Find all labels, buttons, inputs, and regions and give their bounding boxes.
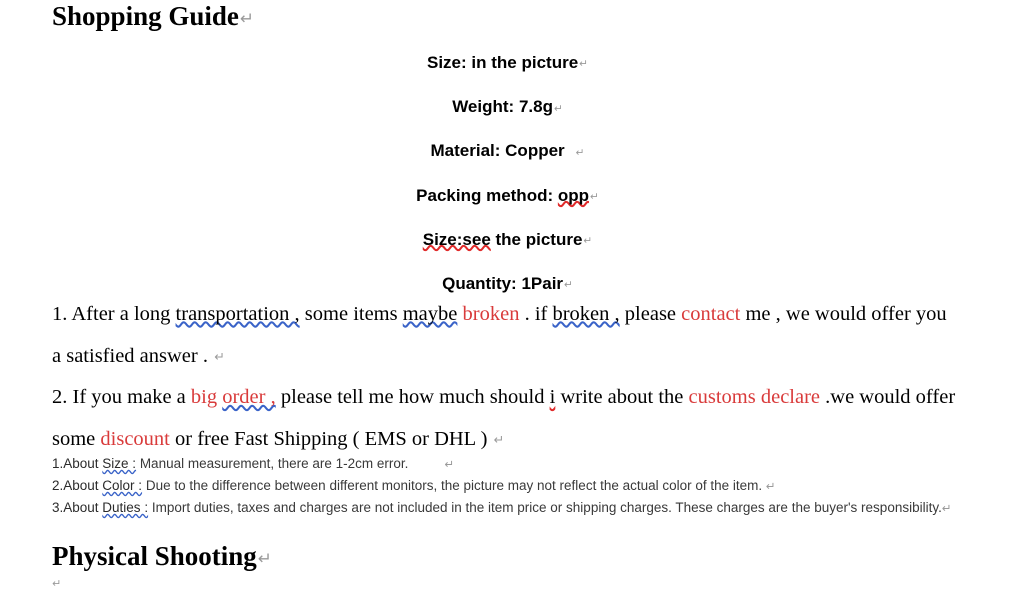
note-duties-topic: Duties : <box>102 500 149 515</box>
section-title-text: Physical Shooting <box>52 541 257 571</box>
paragraph-1-text-e: please <box>619 303 682 325</box>
carriage-return-icon: ↵ <box>583 235 593 248</box>
document-page: Shopping Guide↵ Size: in the picture↵ We… <box>0 0 1015 590</box>
spec-weight-label: Weight: <box>452 97 515 117</box>
paragraph-1-contact-highlight: contact <box>681 303 741 325</box>
paragraph-2-discount-highlight: discount <box>100 427 170 450</box>
spec-line-packing-method: Packing method: opp↵ <box>0 175 1015 219</box>
note-size-body: Manual measurement, there are 1-2cm erro… <box>136 456 409 471</box>
spec-size-value: in the picture <box>471 53 579 72</box>
spec-weight-value: 7.8g <box>518 97 553 117</box>
carriage-return-icon: ↵ <box>590 190 599 203</box>
spec-line-size: Size: in the picture↵ <box>0 42 1015 86</box>
note-item-duties: 3.About Duties : Import duties, taxes an… <box>52 497 957 519</box>
note-color-topic: Color : <box>102 478 143 493</box>
paragraph-1-line2-text: a satisfied answer . <box>52 344 214 367</box>
carriage-return-icon: ↵ <box>579 58 588 71</box>
spec-material-value: Copper <box>505 141 565 161</box>
spec-packing-value: opp <box>557 185 590 205</box>
paragraph-2-text-b: please tell me how much should <box>275 386 550 409</box>
section-title-physical-shooting: Physical Shooting↵ <box>52 542 272 570</box>
note-color-lead: 2.About <box>52 478 103 493</box>
paragraph-2: 2. If you make a big order , please tell… <box>52 377 957 419</box>
spec-size-see-label: Size:see <box>422 229 491 249</box>
note-duties-lead: 3.About <box>52 500 103 515</box>
paragraph-2-number: 2. <box>52 386 68 409</box>
paragraph-2-line2-text-b: or free Fast Shipping ( EMS or DHL ) <box>169 427 493 450</box>
paragraph-2-big-highlight: big <box>190 386 223 409</box>
spec-line-weight: Weight: 7.8g↵ <box>0 86 1015 130</box>
trailing-carriage-return-icon: ↵ <box>52 577 62 590</box>
carriage-return-icon: ↵ <box>575 146 585 159</box>
note-item-size: 1.About Size : Manual measurement, there… <box>52 453 957 475</box>
page-title-shopping-guide: Shopping Guide↵ <box>52 2 254 30</box>
spec-packing-label: Packing method: <box>416 185 554 205</box>
spec-quantity-label: Quantity: <box>442 273 517 293</box>
carriage-return-icon: ↵ <box>239 8 254 28</box>
carriage-return-icon: ↵ <box>765 479 776 493</box>
paragraph-1-line-2: a satisfied answer . ↵ <box>52 336 957 378</box>
spec-quantity-value: 1Pair <box>521 273 564 293</box>
carriage-return-icon: ↵ <box>444 457 455 471</box>
carriage-return-icon: ↵ <box>941 501 952 515</box>
paragraph-1-number: 1. <box>52 303 68 325</box>
spec-size-label: Size: <box>427 53 467 72</box>
paragraph-2-text-d: .we would offer <box>820 386 956 409</box>
carriage-return-icon: ↵ <box>214 348 225 364</box>
paragraph-2-customs-declare-highlight: customs declare <box>688 386 821 409</box>
spec-line-size-see: Size:see the picture↵ <box>0 219 1015 263</box>
carriage-return-icon: ↵ <box>553 102 563 115</box>
carriage-return-icon: ↵ <box>493 432 505 447</box>
carriage-return-icon: ↵ <box>257 548 272 568</box>
page-title-text: Shopping Guide <box>52 1 239 31</box>
paragraph-2-text-a: If you make a <box>67 386 191 409</box>
paragraph-2-order-highlight: order , <box>222 386 276 409</box>
paragraph-1-maybe: maybe <box>402 303 458 325</box>
carriage-return-icon: ↵ <box>564 279 573 292</box>
paragraph-2-line2-text-a: some <box>52 427 101 450</box>
paragraph-1: 1. After a long transportation , some it… <box>52 294 957 336</box>
spec-size-see-value: the picture <box>495 229 583 249</box>
policy-paragraphs: 1. After a long transportation , some it… <box>52 294 957 461</box>
paragraph-1-text-d: . if <box>519 303 553 325</box>
spec-material-label: Material: <box>430 141 501 161</box>
paragraph-1-broken-highlight: broken <box>462 303 520 325</box>
paragraph-1-text-f: me , we would offer you <box>740 303 947 325</box>
specification-list: Size: in the picture↵ Weight: 7.8g↵ Mate… <box>0 42 1015 307</box>
paragraph-1-transportation: transportation , <box>175 303 300 325</box>
paragraph-1-text-a: After a long <box>67 303 176 325</box>
note-item-color: 2.About Color : Due to the difference be… <box>52 475 957 497</box>
spec-line-material: Material: Copper ↵ <box>0 130 1015 174</box>
paragraph-1-if-broken: broken , <box>552 303 620 325</box>
note-color-body: Due to the difference between different … <box>142 478 766 493</box>
paragraph-1-text-b: some items <box>299 303 403 325</box>
note-duties-body: Import duties, taxes and charges are not… <box>148 500 942 515</box>
notes-list: 1.About Size : Manual measurement, there… <box>52 453 957 519</box>
note-size-lead: 1.About <box>52 456 103 471</box>
note-size-topic: Size : <box>102 456 137 471</box>
paragraph-2-text-c: write about the <box>555 386 689 409</box>
